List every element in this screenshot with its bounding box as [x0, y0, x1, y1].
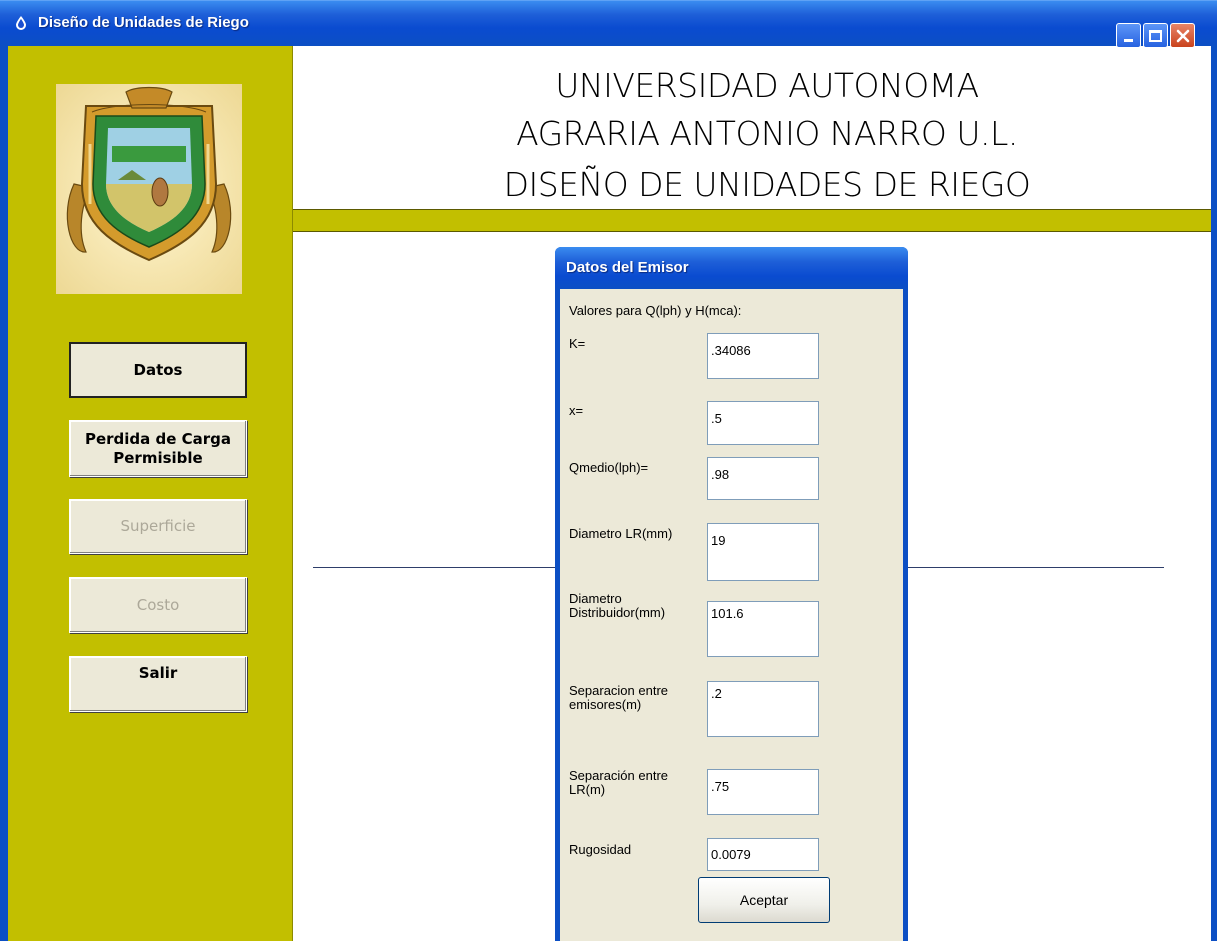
- x-label: x=: [569, 403, 584, 418]
- window-frame-left: [0, 46, 8, 941]
- k-label: K=: [569, 336, 586, 351]
- sidebar: Datos Perdida de Carga Permisible Superf…: [8, 46, 293, 941]
- datos-button[interactable]: Datos: [69, 342, 247, 398]
- diametro-lr-input[interactable]: 19: [707, 523, 819, 581]
- separacion-lr-label: Separación entre LR(m): [569, 768, 669, 797]
- header-line-1: UNIVERSIDAD AUTONOMA: [555, 66, 979, 105]
- separacion-emisores-label: Separacion entre emisores(m): [569, 683, 669, 712]
- rugosidad-input[interactable]: 0.0079: [707, 838, 819, 871]
- separacion-lr-input[interactable]: .75: [707, 769, 819, 815]
- k-input[interactable]: .34086: [707, 333, 819, 379]
- diametro-distribuidor-label: Diametro Distribuidor(mm): [569, 591, 666, 620]
- datos-button-label: Datos: [133, 360, 183, 379]
- dialog-body: Valores para Q(lph) y H(mca): K= .34086 …: [560, 289, 903, 941]
- qmedio-input[interactable]: .98: [707, 457, 819, 500]
- dialog-titlebar[interactable]: Datos del Emisor: [555, 247, 908, 289]
- university-seal-icon: [66, 86, 232, 262]
- water-drop-icon: [16, 16, 26, 30]
- superficie-button-label: Superficie: [120, 517, 196, 535]
- window-title: Diseño de Unidades de Riego: [38, 14, 249, 31]
- salir-button-label: Salir: [138, 663, 178, 682]
- close-button[interactable]: [1170, 23, 1195, 48]
- diametro-lr-label: Diametro LR(mm): [569, 526, 673, 541]
- maximize-icon: [1149, 29, 1162, 42]
- perdida-de-carga-button[interactable]: Perdida de Carga Permisible: [69, 420, 247, 477]
- header-divider-bar: [293, 209, 1211, 232]
- horizontal-rule-right: [906, 567, 1164, 568]
- minimize-button[interactable]: [1116, 23, 1141, 48]
- aceptar-button[interactable]: Aceptar: [698, 877, 830, 923]
- dialog-title: Datos del Emisor: [566, 259, 689, 276]
- costo-button[interactable]: Costo: [69, 577, 247, 633]
- horizontal-rule-left: [313, 567, 557, 568]
- salir-button[interactable]: Salir: [69, 656, 247, 712]
- window-titlebar[interactable]: Diseño de Unidades de Riego: [0, 0, 1217, 48]
- header-line-2: AGRARIA ANTONIO NARRO U.L.: [516, 114, 1018, 153]
- university-logo: [56, 84, 242, 294]
- costo-button-label: Costo: [136, 595, 180, 614]
- intro-label: Valores para Q(lph) y H(mca):: [569, 303, 742, 318]
- superficie-button[interactable]: Superficie: [69, 499, 247, 554]
- perdida-de-carga-button-label: Perdida de Carga Permisible: [84, 429, 232, 467]
- x-input[interactable]: .5: [707, 401, 819, 445]
- aceptar-button-label: Aceptar: [739, 892, 789, 908]
- diametro-distribuidor-input[interactable]: 101.6: [707, 601, 819, 657]
- window-frame-right: [1211, 46, 1217, 941]
- rugosidad-label: Rugosidad: [569, 842, 632, 857]
- maximize-button[interactable]: [1143, 23, 1168, 48]
- datos-del-emisor-dialog: Datos del Emisor Valores para Q(lph) y H…: [555, 247, 908, 941]
- close-icon: [1176, 29, 1189, 42]
- separacion-emisores-input[interactable]: .2: [707, 681, 819, 737]
- header-line-3: DISEÑO DE UNIDADES DE RIEGO: [503, 165, 1031, 204]
- qmedio-label: Qmedio(lph)=: [569, 460, 649, 475]
- minimize-icon: [1124, 38, 1133, 42]
